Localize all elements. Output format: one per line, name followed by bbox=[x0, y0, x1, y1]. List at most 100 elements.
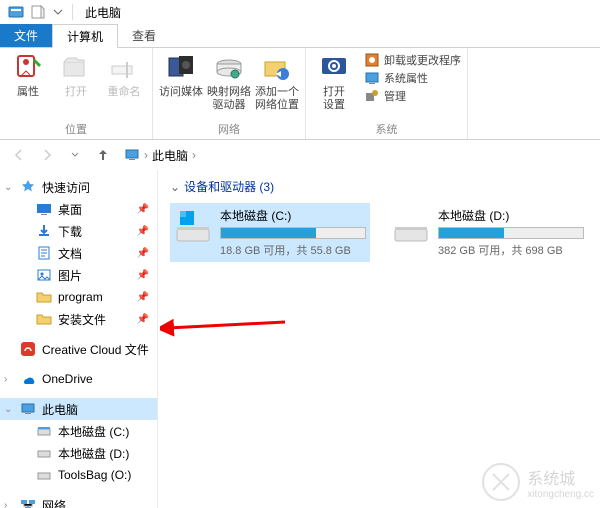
main-pane[interactable]: ⌄ 设备和驱动器 (3) 本地磁盘 (C:) 18.8 GB 可用，共 55.8… bbox=[158, 170, 600, 508]
star-icon bbox=[20, 179, 36, 195]
thispc-icon bbox=[20, 401, 36, 417]
map-drive-button[interactable]: 映射网络 驱动器 bbox=[207, 52, 251, 112]
sidebar-creative-cloud[interactable]: Creative Cloud 文件 bbox=[0, 338, 157, 360]
rename-icon bbox=[108, 52, 140, 84]
drive-space: 382 GB 可用，共 698 GB bbox=[438, 242, 584, 258]
sidebar-quick-access[interactable]: ⌄ 快速访问 bbox=[0, 176, 157, 198]
content-area: ⌄ 快速访问 桌面 📌 下载 📌 文档 📌 图片 📌 program 📌 bbox=[0, 170, 600, 508]
map-drive-icon bbox=[213, 52, 245, 84]
sidebar-drive-o[interactable]: ToolsBag (O:) bbox=[0, 464, 157, 486]
settings-icon bbox=[318, 52, 350, 84]
window-title: 此电脑 bbox=[85, 4, 121, 21]
folder-icon bbox=[36, 289, 52, 305]
drive-d[interactable]: 本地磁盘 (D:) 382 GB 可用，共 698 GB bbox=[388, 203, 588, 262]
watermark: 系统城 xitongcheng.cc bbox=[481, 462, 594, 502]
tab-computer[interactable]: 计算机 bbox=[52, 24, 118, 48]
drive-icon bbox=[36, 445, 52, 461]
qat-properties-icon[interactable] bbox=[30, 4, 46, 20]
drive-name: 本地磁盘 (D:) bbox=[438, 207, 584, 224]
sidebar-this-pc[interactable]: ⌄ 此电脑 bbox=[0, 398, 157, 420]
network-icon bbox=[20, 497, 36, 508]
group-label-location: 位置 bbox=[6, 121, 146, 137]
thispc-icon bbox=[124, 147, 140, 163]
add-location-button[interactable]: 添加一个 网络位置 bbox=[255, 52, 299, 112]
open-icon bbox=[60, 52, 92, 84]
chevron-down-icon: ⌄ bbox=[170, 180, 180, 194]
sidebar-drive-d[interactable]: 本地磁盘 (D:) bbox=[0, 442, 157, 464]
ribbon-group-location: 属性 打开 重命名 位置 bbox=[0, 48, 153, 139]
pin-icon: 📌 bbox=[137, 248, 149, 259]
titlebar: 此电脑 bbox=[0, 0, 600, 24]
separator bbox=[72, 4, 73, 20]
sidebar-item-install[interactable]: 安装文件 📌 bbox=[0, 308, 157, 330]
sidebar-network[interactable]: › 网络 bbox=[0, 494, 157, 508]
chevron-down-icon[interactable]: ⌄ bbox=[4, 182, 14, 193]
drive-space: 18.8 GB 可用，共 55.8 GB bbox=[220, 242, 366, 258]
desktop-icon bbox=[36, 201, 52, 217]
ribbon-tabs: 文件 计算机 查看 bbox=[0, 24, 600, 48]
annotation-arrow bbox=[160, 310, 290, 340]
drive-icon bbox=[36, 467, 52, 483]
open-settings-button[interactable]: 打开 设置 bbox=[312, 52, 356, 112]
sidebar-item-pictures[interactable]: 图片 📌 bbox=[0, 264, 157, 286]
up-button[interactable] bbox=[92, 144, 114, 166]
back-button[interactable] bbox=[8, 144, 30, 166]
pin-icon: 📌 bbox=[137, 314, 149, 325]
drive-usage-bar bbox=[220, 227, 366, 239]
chevron-right-icon[interactable]: › bbox=[4, 500, 14, 508]
chevron-right-icon[interactable]: › bbox=[4, 374, 14, 385]
qat-dropdown-icon[interactable] bbox=[50, 4, 66, 20]
creative-cloud-icon bbox=[20, 341, 36, 357]
breadcrumb[interactable]: › 此电脑 › bbox=[120, 144, 200, 166]
open-button[interactable]: 打开 bbox=[54, 52, 98, 99]
navigation-pane[interactable]: ⌄ 快速访问 桌面 📌 下载 📌 文档 📌 图片 📌 program 📌 bbox=[0, 170, 158, 508]
sidebar-item-downloads[interactable]: 下载 📌 bbox=[0, 220, 157, 242]
sidebar-onedrive[interactable]: › OneDrive bbox=[0, 368, 157, 390]
sysprop-icon bbox=[364, 70, 380, 86]
uninstall-button[interactable]: 卸载或更改程序 bbox=[364, 52, 461, 68]
add-location-icon bbox=[261, 52, 293, 84]
tab-file[interactable]: 文件 bbox=[0, 24, 52, 47]
drive-name: 本地磁盘 (C:) bbox=[220, 207, 366, 224]
chevron-right-icon[interactable]: › bbox=[192, 148, 196, 162]
tab-view[interactable]: 查看 bbox=[118, 24, 170, 47]
sidebar-drive-c[interactable]: 本地磁盘 (C:) bbox=[0, 420, 157, 442]
downloads-icon bbox=[36, 223, 52, 239]
pin-icon: 📌 bbox=[137, 226, 149, 237]
drive-icon bbox=[174, 207, 212, 245]
forward-button[interactable] bbox=[36, 144, 58, 166]
manage-icon bbox=[364, 88, 380, 104]
documents-icon bbox=[36, 245, 52, 261]
pictures-icon bbox=[36, 267, 52, 283]
group-label-network: 网络 bbox=[159, 121, 299, 137]
drive-icon bbox=[392, 207, 430, 245]
ribbon-group-system: 打开 设置 卸载或更改程序 系统属性 管理 系统 bbox=[306, 48, 468, 139]
folder-icon bbox=[36, 311, 52, 327]
pin-icon: 📌 bbox=[137, 204, 149, 215]
drive-usage-bar bbox=[438, 227, 584, 239]
section-devices-drives[interactable]: ⌄ 设备和驱动器 (3) bbox=[170, 178, 588, 195]
ribbon: 属性 打开 重命名 位置 访问媒体 bbox=[0, 48, 600, 140]
rename-button[interactable]: 重命名 bbox=[102, 52, 146, 99]
uninstall-icon bbox=[364, 52, 380, 68]
pin-icon: 📌 bbox=[137, 270, 149, 281]
properties-button[interactable]: 属性 bbox=[6, 52, 50, 99]
sidebar-item-documents[interactable]: 文档 📌 bbox=[0, 242, 157, 264]
chevron-right-icon[interactable]: › bbox=[144, 148, 148, 162]
drive-c[interactable]: 本地磁盘 (C:) 18.8 GB 可用，共 55.8 GB bbox=[170, 203, 370, 262]
access-media-button[interactable]: 访问媒体 bbox=[159, 52, 203, 99]
system-menu-icon[interactable] bbox=[8, 4, 24, 20]
pin-icon: 📌 bbox=[137, 292, 149, 303]
system-properties-button[interactable]: 系统属性 bbox=[364, 70, 461, 86]
onedrive-icon bbox=[20, 371, 36, 387]
manage-button[interactable]: 管理 bbox=[364, 88, 461, 104]
sidebar-item-program[interactable]: program 📌 bbox=[0, 286, 157, 308]
media-icon bbox=[165, 52, 197, 84]
drive-icon bbox=[36, 423, 52, 439]
chevron-down-icon[interactable]: ⌄ bbox=[4, 404, 14, 415]
sidebar-item-desktop[interactable]: 桌面 📌 bbox=[0, 198, 157, 220]
breadcrumb-root[interactable]: 此电脑 bbox=[152, 147, 188, 164]
ribbon-group-network: 访问媒体 映射网络 驱动器 添加一个 网络位置 网络 bbox=[153, 48, 306, 139]
group-label-system: 系统 bbox=[312, 121, 461, 137]
recent-dropdown[interactable] bbox=[64, 144, 86, 166]
